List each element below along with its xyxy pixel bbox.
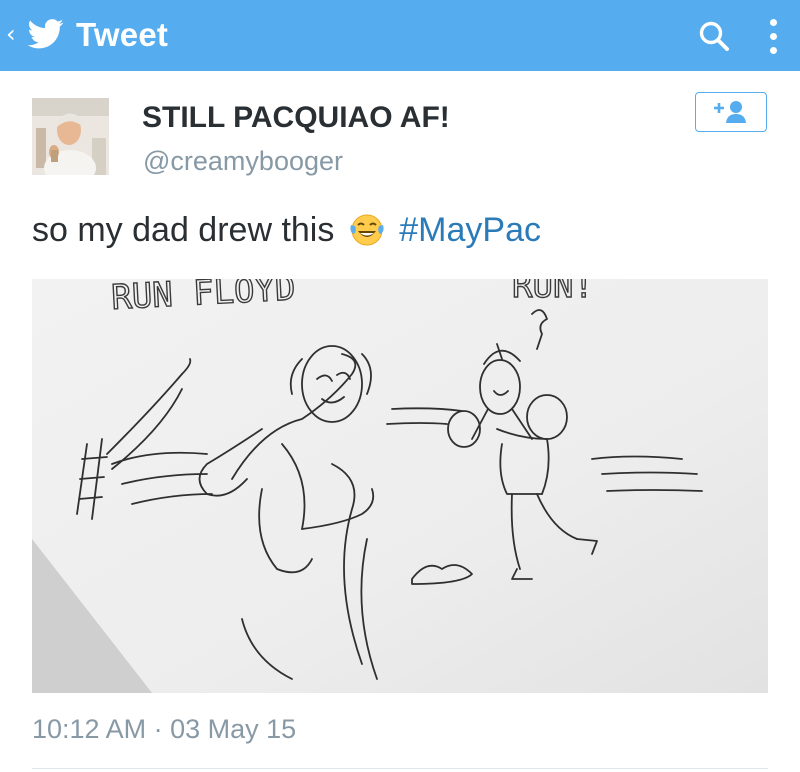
overflow-menu-button[interactable] xyxy=(752,12,796,60)
tweet-timestamp: 10:12 AM · 03 May 15 xyxy=(32,714,297,744)
author-display-name[interactable]: STILL PACQUIAO AF! xyxy=(142,100,450,136)
tears-of-joy-emoji-icon xyxy=(350,214,384,246)
divider xyxy=(32,768,768,769)
add-user-icon xyxy=(714,101,746,123)
sketch-drawing: RUN FLOYD RUN! xyxy=(32,279,768,693)
search-button[interactable] xyxy=(690,12,738,60)
app-bar: ‹ Tweet xyxy=(0,0,800,71)
tweet-body: so my dad drew this xyxy=(32,211,335,249)
sketch-caption-right: RUN! xyxy=(512,279,594,306)
twitter-bird-icon xyxy=(28,19,64,49)
tweet-media-image[interactable]: RUN FLOYD RUN! xyxy=(32,279,768,693)
search-icon xyxy=(699,21,729,51)
chevron-left-icon: ‹ xyxy=(6,20,16,48)
back-button[interactable]: ‹ xyxy=(0,0,72,71)
avatar-photo xyxy=(32,98,109,175)
avatar[interactable] xyxy=(32,98,109,175)
author-handle[interactable]: @creamybooger xyxy=(143,144,343,178)
follow-button[interactable] xyxy=(695,92,767,132)
page-title: Tweet xyxy=(76,16,169,53)
tweet-text: so my dad drew this #MayPac xyxy=(32,208,541,252)
hashtag-link[interactable]: #MayPac xyxy=(399,211,541,249)
